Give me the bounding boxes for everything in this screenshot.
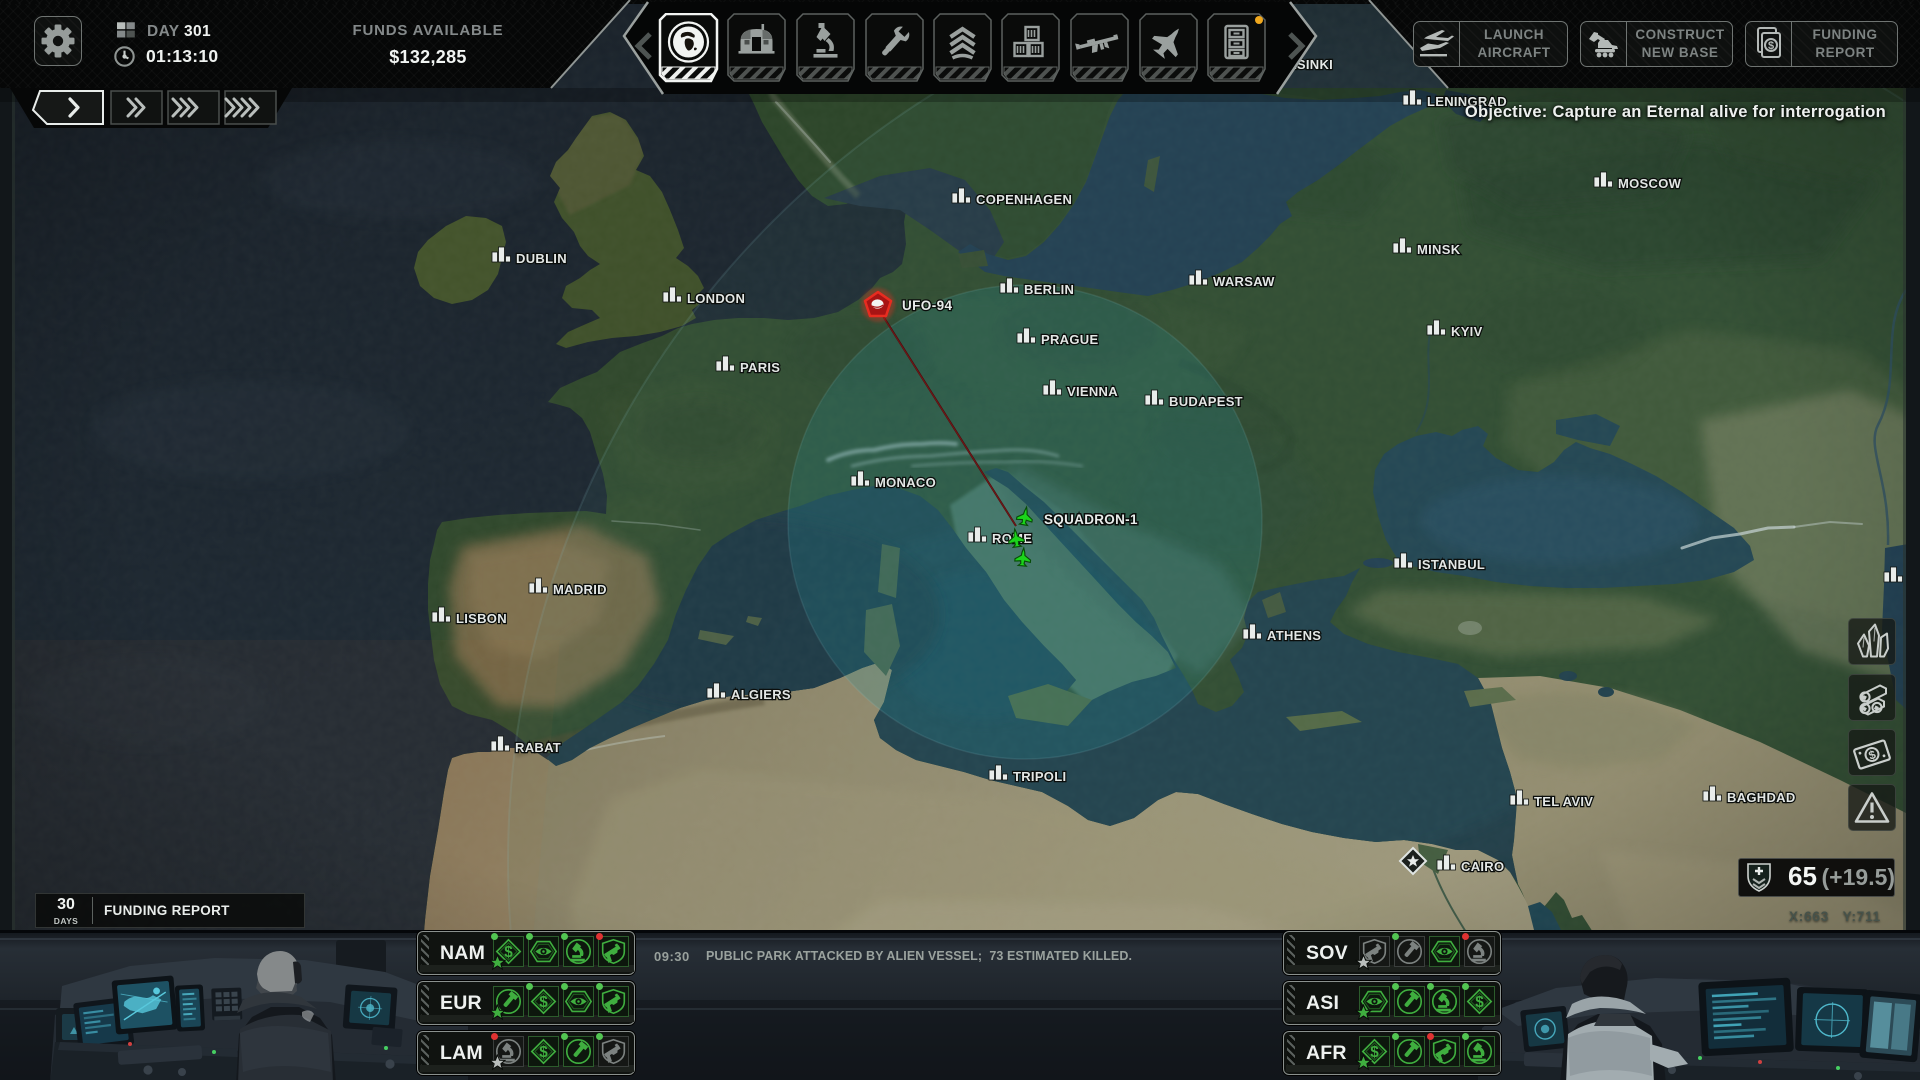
- svg-text:LISBON: LISBON: [456, 611, 507, 626]
- svg-text:$: $: [539, 994, 548, 1011]
- svg-text:MONACO: MONACO: [875, 475, 936, 490]
- svg-text:UFO-94: UFO-94: [902, 298, 953, 313]
- svg-text:TRIPOLI: TRIPOLI: [1013, 769, 1066, 784]
- svg-text:DUBLIN: DUBLIN: [516, 251, 567, 266]
- svg-text:$: $: [539, 1044, 548, 1061]
- svg-text:$: $: [1475, 994, 1484, 1011]
- svg-text:ATHENS: ATHENS: [1267, 628, 1321, 643]
- svg-text:ALGIERS: ALGIERS: [731, 687, 791, 702]
- svg-text:$: $: [1768, 40, 1774, 52]
- svg-text:BERLIN: BERLIN: [1024, 282, 1074, 297]
- svg-text:WARSAW: WARSAW: [1213, 274, 1275, 289]
- svg-text:TEL AVIV: TEL AVIV: [1534, 794, 1593, 809]
- svg-text:MOSCOW: MOSCOW: [1618, 176, 1682, 191]
- svg-text:PRAGUE: PRAGUE: [1041, 332, 1098, 347]
- svg-text:LONDON: LONDON: [687, 291, 745, 306]
- svg-text:MADRID: MADRID: [553, 582, 607, 597]
- svg-text:SQUADRON-1: SQUADRON-1: [1044, 512, 1138, 527]
- svg-text:CAIRO: CAIRO: [1461, 859, 1504, 874]
- svg-text:VIENNA: VIENNA: [1067, 384, 1118, 399]
- svg-text:PARIS: PARIS: [740, 360, 780, 375]
- svg-text:ISTANBUL: ISTANBUL: [1418, 557, 1485, 572]
- svg-text:BUDAPEST: BUDAPEST: [1169, 394, 1243, 409]
- svg-text:KYIV: KYIV: [1451, 324, 1483, 339]
- svg-text:MINSK: MINSK: [1417, 242, 1461, 257]
- svg-text:BAGHDAD: BAGHDAD: [1727, 790, 1796, 805]
- svg-text:RABAT: RABAT: [515, 740, 561, 755]
- svg-text:COPENHAGEN: COPENHAGEN: [976, 192, 1072, 207]
